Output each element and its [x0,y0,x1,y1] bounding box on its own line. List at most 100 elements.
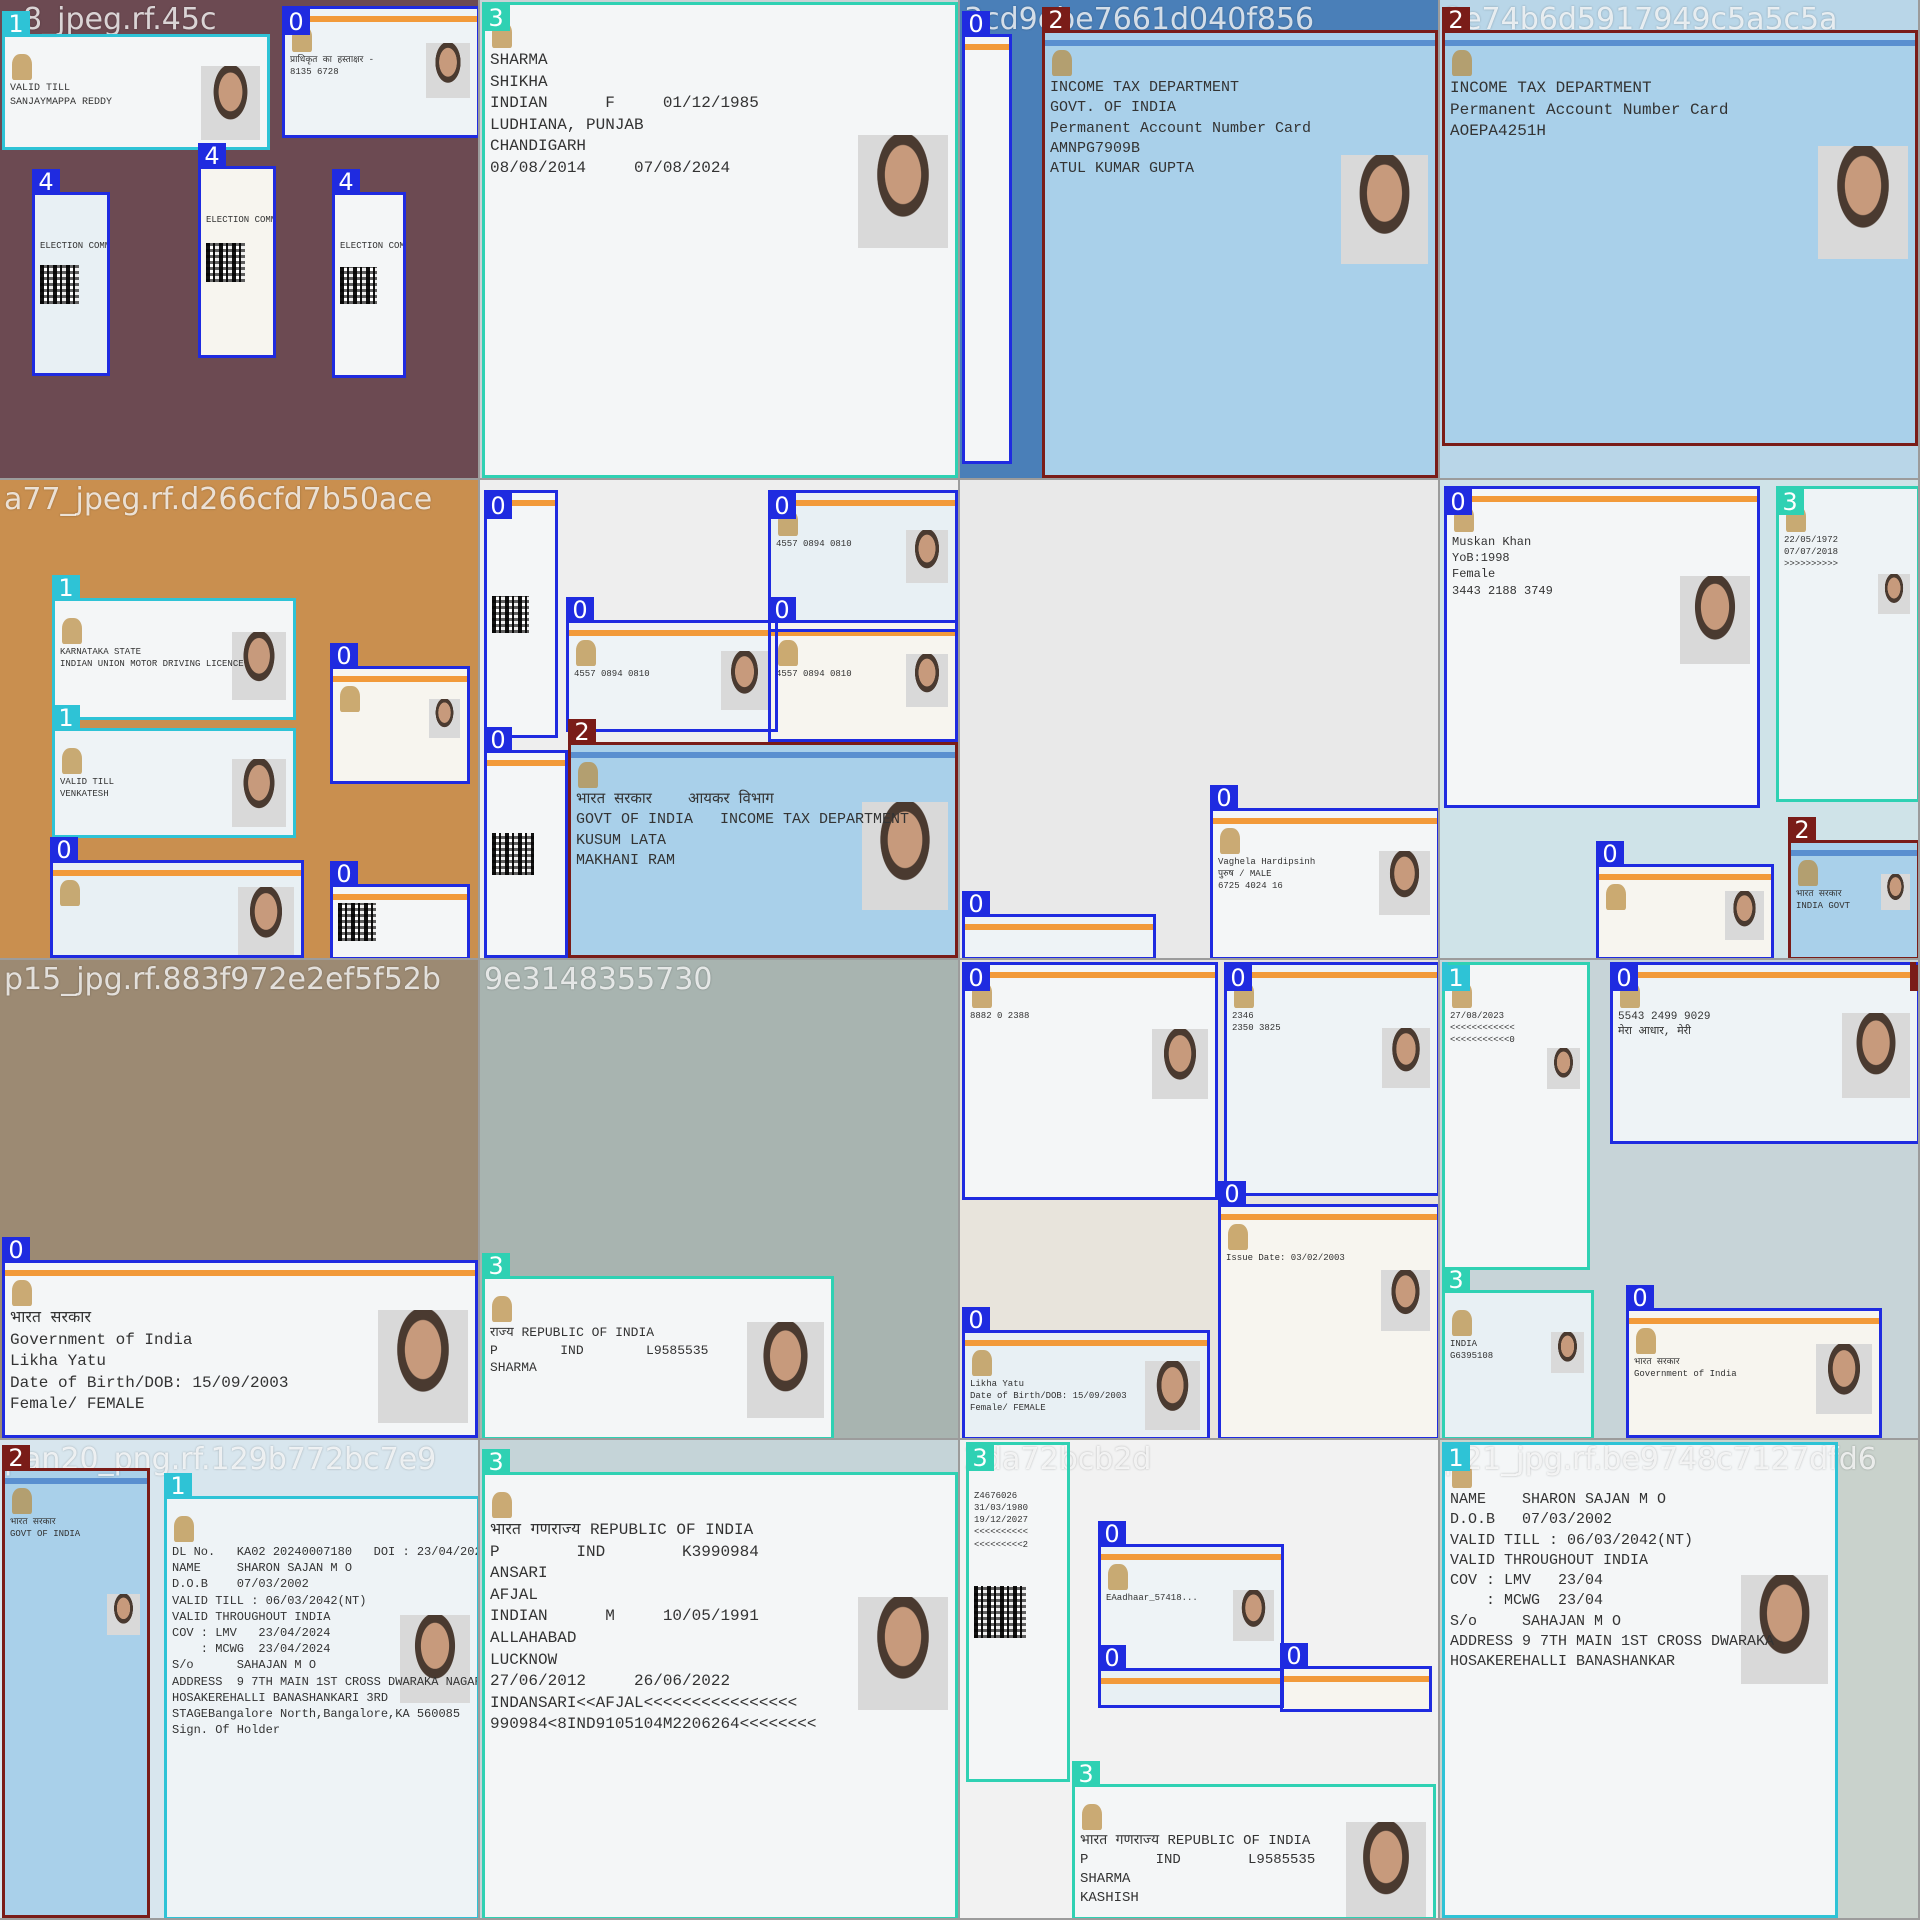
class-label: 1 [2,11,30,37]
detection-box: 2 [1910,962,1918,991]
class-label: 0 [566,597,594,623]
mosaic-tile: KARNATAKA STATE INDIAN UNION MOTOR DRIVI… [0,480,480,960]
mosaic-tile: 8882 0 2388 0 2346 2350 3825 0 Likha Yatu Da… [960,960,1440,1440]
class-label: 0 [1098,1521,1126,1547]
class-label: 0 [1218,1181,1246,1207]
detection-box: 1 [1442,962,1470,991]
detection-box: 1 [1442,1442,1838,1918]
class-label: 0 [962,891,990,917]
class-label: 0 [1280,1643,1308,1669]
detection-box: 2 [1042,7,1438,478]
class-label: 1 [52,575,80,601]
class-label: 0 [1098,1645,1126,1671]
class-label: 0 [282,9,310,35]
detection-box: 0 [768,597,958,742]
mosaic-tile: 0 4557 0894 0810 0 4557 0894 0810 0 4557 0894… [480,480,960,960]
detection-box: 0 [1224,962,1438,1196]
detection-box: 4 [198,143,276,358]
class-label: 0 [1596,841,1624,867]
detection-box: 3 [1442,1267,1594,1438]
class-label: 3 [1442,1267,1470,1293]
class-label: 2 [568,719,596,745]
class-label: 0 [1210,785,1238,811]
detection-box: 0 [1596,841,1774,958]
class-label: 0 [962,965,990,991]
detection-box: 0 [962,962,1218,1200]
class-label: 1 [164,1473,192,1499]
class-label: 0 [962,11,990,37]
class-label: 0 [2,1237,30,1263]
detection-box: 0 [50,837,304,958]
detection-box: 0 [2,1237,478,1438]
mosaic-tile: 0 INCOME TAX DEPARTMENT GOVT. OF INDIA Pe… [960,0,1440,480]
detection-box: 3 [482,1253,834,1438]
mosaic-tile: Muskan Khan YoB:1998 Female 3443 2188 37… [1440,480,1920,960]
detection-box: 0 [1444,486,1760,808]
detection-box: 0 [1626,1285,1882,1438]
detection-box: 0 [1610,962,1918,1144]
class-label: 1 [1442,1445,1470,1471]
mosaic-tile: NAME SHARON SAJAN M O D.O.B 07/03/2002 V… [1440,1440,1920,1920]
class-label: 0 [1626,1285,1654,1311]
class-label: 0 [962,1307,990,1333]
class-label: 0 [484,493,512,519]
class-label: 0 [1444,489,1472,515]
class-label: 2 [2,1445,30,1471]
detection-box: 0 [1098,1645,1284,1708]
class-label: 2 [1042,7,1070,33]
class-label: 4 [198,143,226,169]
detection-box: 2 [1788,817,1918,958]
detection-box: 1 [52,705,296,838]
tile-filename: 9e3148355730 [484,962,713,997]
mosaic-tile: राज्य REPUBLIC OF INDIA P IND L9585535 S… [480,960,960,1440]
detection-box: 0 [484,727,568,958]
class-label: 2 [1442,7,1470,33]
mosaic-grid: VALID TILL SANJAYMAPPA REDDY 1 प्राधिकृत क… [0,0,1920,1920]
detection-box: 3 [1072,1761,1436,1918]
class-label: 1 [52,705,80,731]
detection-box: 4 [32,169,110,376]
detection-box: 0 [962,11,1012,464]
class-label: 3 [1776,489,1804,515]
detection-box: 2 [1442,7,1918,446]
class-label: 4 [32,169,60,195]
detection-box: 1 [164,1473,478,1918]
class-label: 3 [482,1449,510,1475]
tile-filename: p8_jpeg.rf.45c [4,2,217,37]
detection-box: 2 [568,719,958,958]
detection-box: 3 [1442,962,1590,1270]
detection-box: 4 [332,169,406,378]
class-label: 3 [1072,1761,1100,1787]
mosaic-tile: 27/08/2023 <<<<<<<<<<<< <<<<<<<<<<<03554… [1440,960,1920,1440]
detection-box: 0 [330,643,470,784]
class-label: 2 [1910,965,1918,991]
mosaic-tile: INCOME TAX DEPARTMENT Permanent Account … [1440,0,1920,480]
detection-box: 3 [1776,486,1918,802]
detection-box: 0 [282,6,478,138]
class-label: 0 [768,597,796,623]
tile-filename: a77_jpeg.rf.d266cfd7b50ace [4,482,433,517]
mosaic-tile: भारत सरकार Government of India Likha Yat… [0,960,480,1440]
class-label: 0 [50,837,78,863]
detection-box: 0 [484,490,558,738]
class-label: 1 [1442,965,1470,991]
class-label: 0 [1610,965,1638,991]
detection-box: 0 [330,861,470,958]
class-label: 4 [332,169,360,195]
detection-box: 0 [1280,1643,1432,1712]
detection-box: 0 [1218,1181,1438,1438]
mosaic-tile: भारत सरकार GOVT OF INDIA 2 DL No. KA02 202… [0,1440,480,1920]
mosaic-tile: Z4676026 31/03/1980 19/12/2027 <<<<<<<<<… [960,1440,1440,1920]
class-label: 3 [482,1253,510,1279]
detection-box: 0 [1210,785,1438,958]
mosaic-tile: Vaghela Hardipsinh पुरुष / MALE 6725 402… [960,480,1440,960]
class-label: 0 [330,861,358,887]
tile-filename: p15_jpg.rf.883f972e2ef5f52b [4,962,441,997]
class-label: 0 [1224,965,1252,991]
mosaic-tile: SHARMA SHIKHA INDIAN F 01/12/1985 LUDHIA… [480,0,960,480]
mosaic-tile: VALID TILL SANJAYMAPPA REDDY 1 प्राधिकृत क… [0,0,480,480]
detection-box: 0 [962,891,1156,958]
detection-box: 0 [566,597,778,732]
class-label: 0 [484,727,512,753]
detection-box: 1 [52,575,296,720]
